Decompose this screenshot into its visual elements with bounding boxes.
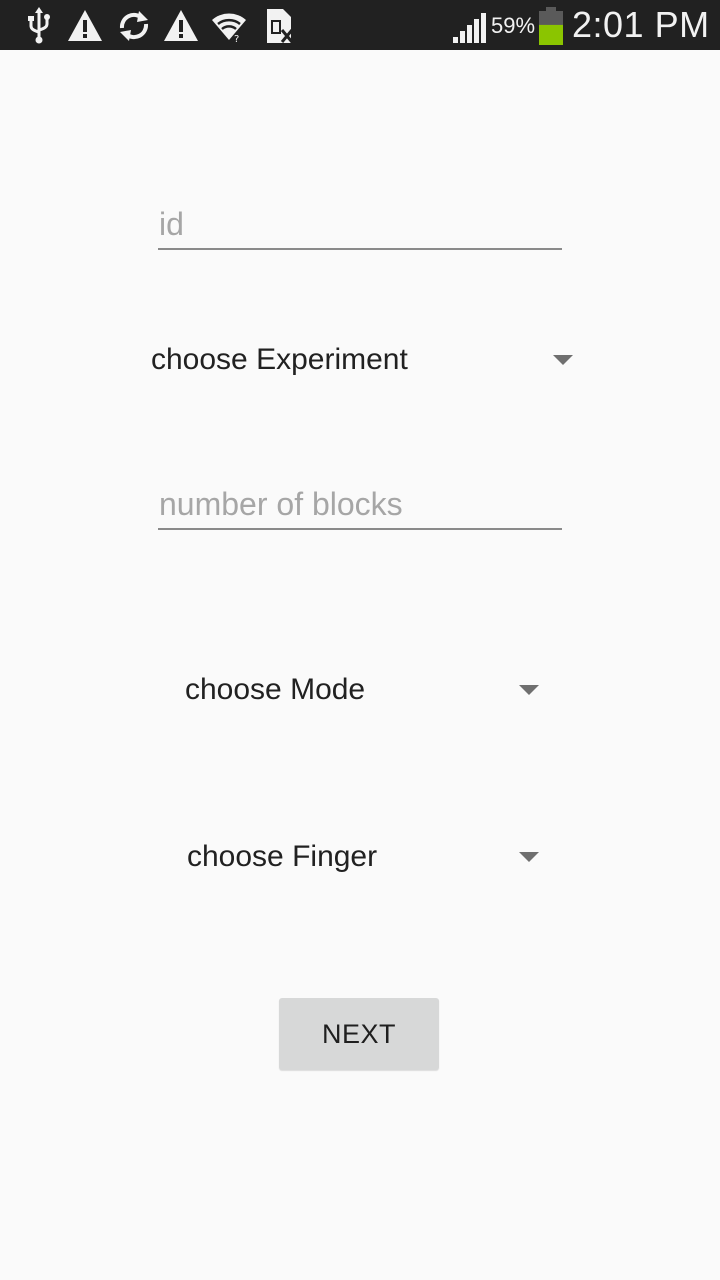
dropdown-arrow-icon — [519, 685, 539, 695]
blocks-field-container — [158, 480, 562, 530]
experiment-spinner[interactable]: choose Experiment — [151, 330, 573, 390]
clock: 2:01 PM — [572, 4, 710, 45]
battery-icon — [536, 6, 566, 46]
signal-icon — [452, 6, 488, 46]
warning-icon — [66, 6, 104, 46]
usb-icon — [22, 6, 60, 46]
number-of-blocks-input[interactable] — [158, 480, 562, 528]
finger-spinner[interactable]: choose Finger — [187, 827, 539, 887]
id-input[interactable] — [158, 200, 562, 248]
finger-spinner-label: choose Finger — [187, 840, 378, 873]
no-sim-icon — [260, 6, 298, 46]
svg-text:?: ? — [234, 34, 239, 45]
wifi-icon: ? — [210, 6, 248, 46]
dropdown-arrow-icon — [553, 355, 573, 365]
status-bar: ? 59% 2:01 PM — [0, 0, 720, 50]
warning-icon — [162, 6, 200, 46]
mode-spinner-label: choose Mode — [185, 673, 366, 706]
id-field-container — [158, 200, 562, 250]
next-button[interactable]: NEXT — [279, 998, 439, 1070]
experiment-spinner-label: choose Experiment — [151, 343, 408, 376]
sync-icon — [115, 6, 153, 46]
dropdown-arrow-icon — [519, 852, 539, 862]
mode-spinner[interactable]: choose Mode — [185, 660, 539, 720]
battery-percent: 59% — [491, 13, 536, 38]
